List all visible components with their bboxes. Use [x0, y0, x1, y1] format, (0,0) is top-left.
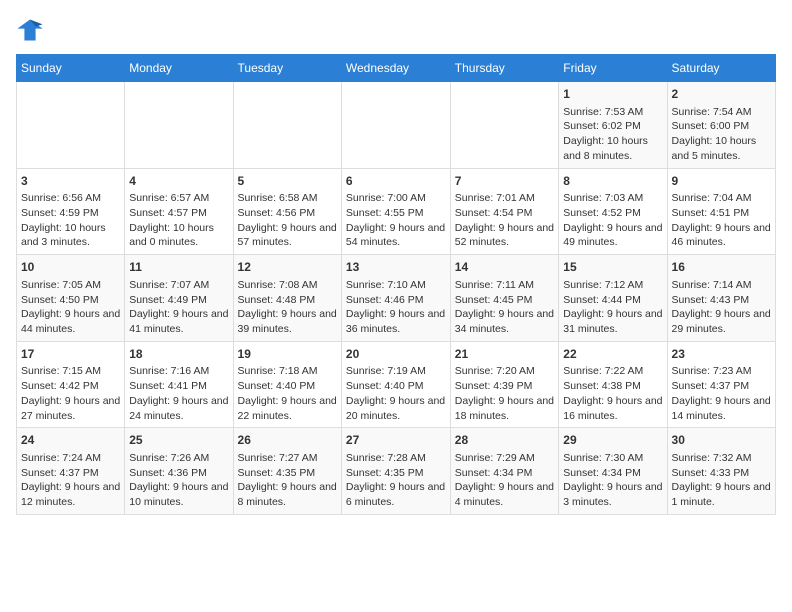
day-number: 28	[455, 432, 555, 449]
day-number: 26	[238, 432, 337, 449]
day-number: 23	[672, 346, 771, 363]
calendar-day-cell: 30Sunrise: 7:32 AMSunset: 4:33 PMDayligh…	[667, 428, 775, 515]
day-number: 4	[129, 173, 228, 190]
day-number: 2	[672, 86, 771, 103]
day-number: 3	[21, 173, 120, 190]
calendar-day-cell: 3Sunrise: 6:56 AMSunset: 4:59 PMDaylight…	[17, 168, 125, 255]
day-number: 16	[672, 259, 771, 276]
calendar-day-cell	[17, 82, 125, 169]
calendar-day-cell: 9Sunrise: 7:04 AMSunset: 4:51 PMDaylight…	[667, 168, 775, 255]
calendar-day-cell: 5Sunrise: 6:58 AMSunset: 4:56 PMDaylight…	[233, 168, 341, 255]
day-number: 5	[238, 173, 337, 190]
calendar-day-cell: 24Sunrise: 7:24 AMSunset: 4:37 PMDayligh…	[17, 428, 125, 515]
day-number: 29	[563, 432, 662, 449]
calendar-week-row: 24Sunrise: 7:24 AMSunset: 4:37 PMDayligh…	[17, 428, 776, 515]
calendar-day-cell: 26Sunrise: 7:27 AMSunset: 4:35 PMDayligh…	[233, 428, 341, 515]
calendar-week-row: 17Sunrise: 7:15 AMSunset: 4:42 PMDayligh…	[17, 341, 776, 428]
calendar-day-cell	[450, 82, 559, 169]
day-number: 12	[238, 259, 337, 276]
calendar-day-cell: 14Sunrise: 7:11 AMSunset: 4:45 PMDayligh…	[450, 255, 559, 342]
calendar-day-cell: 22Sunrise: 7:22 AMSunset: 4:38 PMDayligh…	[559, 341, 667, 428]
day-number: 11	[129, 259, 228, 276]
calendar-day-cell: 29Sunrise: 7:30 AMSunset: 4:34 PMDayligh…	[559, 428, 667, 515]
calendar-day-cell: 13Sunrise: 7:10 AMSunset: 4:46 PMDayligh…	[341, 255, 450, 342]
day-number: 27	[346, 432, 446, 449]
calendar-header-row: SundayMondayTuesdayWednesdayThursdayFrid…	[17, 55, 776, 82]
calendar-day-cell: 21Sunrise: 7:20 AMSunset: 4:39 PMDayligh…	[450, 341, 559, 428]
weekday-header: Friday	[559, 55, 667, 82]
calendar-day-cell: 11Sunrise: 7:07 AMSunset: 4:49 PMDayligh…	[125, 255, 233, 342]
calendar-table: SundayMondayTuesdayWednesdayThursdayFrid…	[16, 54, 776, 515]
calendar-day-cell: 27Sunrise: 7:28 AMSunset: 4:35 PMDayligh…	[341, 428, 450, 515]
calendar-day-cell: 1Sunrise: 7:53 AMSunset: 6:02 PMDaylight…	[559, 82, 667, 169]
calendar-day-cell	[341, 82, 450, 169]
calendar-day-cell: 25Sunrise: 7:26 AMSunset: 4:36 PMDayligh…	[125, 428, 233, 515]
calendar-day-cell: 16Sunrise: 7:14 AMSunset: 4:43 PMDayligh…	[667, 255, 775, 342]
day-number: 10	[21, 259, 120, 276]
day-number: 7	[455, 173, 555, 190]
calendar-day-cell: 19Sunrise: 7:18 AMSunset: 4:40 PMDayligh…	[233, 341, 341, 428]
calendar-day-cell: 2Sunrise: 7:54 AMSunset: 6:00 PMDaylight…	[667, 82, 775, 169]
day-number: 18	[129, 346, 228, 363]
page-header	[16, 16, 776, 44]
calendar-day-cell: 28Sunrise: 7:29 AMSunset: 4:34 PMDayligh…	[450, 428, 559, 515]
calendar-week-row: 3Sunrise: 6:56 AMSunset: 4:59 PMDaylight…	[17, 168, 776, 255]
calendar-week-row: 1Sunrise: 7:53 AMSunset: 6:02 PMDaylight…	[17, 82, 776, 169]
calendar-day-cell	[233, 82, 341, 169]
calendar-day-cell: 18Sunrise: 7:16 AMSunset: 4:41 PMDayligh…	[125, 341, 233, 428]
day-number: 1	[563, 86, 662, 103]
day-number: 30	[672, 432, 771, 449]
weekday-header: Thursday	[450, 55, 559, 82]
calendar-week-row: 10Sunrise: 7:05 AMSunset: 4:50 PMDayligh…	[17, 255, 776, 342]
day-number: 15	[563, 259, 662, 276]
calendar-day-cell: 12Sunrise: 7:08 AMSunset: 4:48 PMDayligh…	[233, 255, 341, 342]
weekday-header: Saturday	[667, 55, 775, 82]
logo	[16, 16, 48, 44]
day-number: 13	[346, 259, 446, 276]
calendar-day-cell: 10Sunrise: 7:05 AMSunset: 4:50 PMDayligh…	[17, 255, 125, 342]
calendar-day-cell: 15Sunrise: 7:12 AMSunset: 4:44 PMDayligh…	[559, 255, 667, 342]
calendar-day-cell: 6Sunrise: 7:00 AMSunset: 4:55 PMDaylight…	[341, 168, 450, 255]
day-number: 22	[563, 346, 662, 363]
day-number: 8	[563, 173, 662, 190]
day-number: 9	[672, 173, 771, 190]
day-number: 24	[21, 432, 120, 449]
day-number: 20	[346, 346, 446, 363]
calendar-day-cell: 4Sunrise: 6:57 AMSunset: 4:57 PMDaylight…	[125, 168, 233, 255]
calendar-day-cell: 7Sunrise: 7:01 AMSunset: 4:54 PMDaylight…	[450, 168, 559, 255]
calendar-day-cell: 17Sunrise: 7:15 AMSunset: 4:42 PMDayligh…	[17, 341, 125, 428]
day-number: 25	[129, 432, 228, 449]
weekday-header: Monday	[125, 55, 233, 82]
calendar-day-cell: 23Sunrise: 7:23 AMSunset: 4:37 PMDayligh…	[667, 341, 775, 428]
weekday-header: Tuesday	[233, 55, 341, 82]
calendar-day-cell	[125, 82, 233, 169]
day-number: 21	[455, 346, 555, 363]
day-number: 6	[346, 173, 446, 190]
calendar-day-cell: 20Sunrise: 7:19 AMSunset: 4:40 PMDayligh…	[341, 341, 450, 428]
weekday-header: Sunday	[17, 55, 125, 82]
day-number: 14	[455, 259, 555, 276]
logo-bird-icon	[16, 16, 44, 44]
calendar-day-cell: 8Sunrise: 7:03 AMSunset: 4:52 PMDaylight…	[559, 168, 667, 255]
weekday-header: Wednesday	[341, 55, 450, 82]
day-number: 17	[21, 346, 120, 363]
day-number: 19	[238, 346, 337, 363]
